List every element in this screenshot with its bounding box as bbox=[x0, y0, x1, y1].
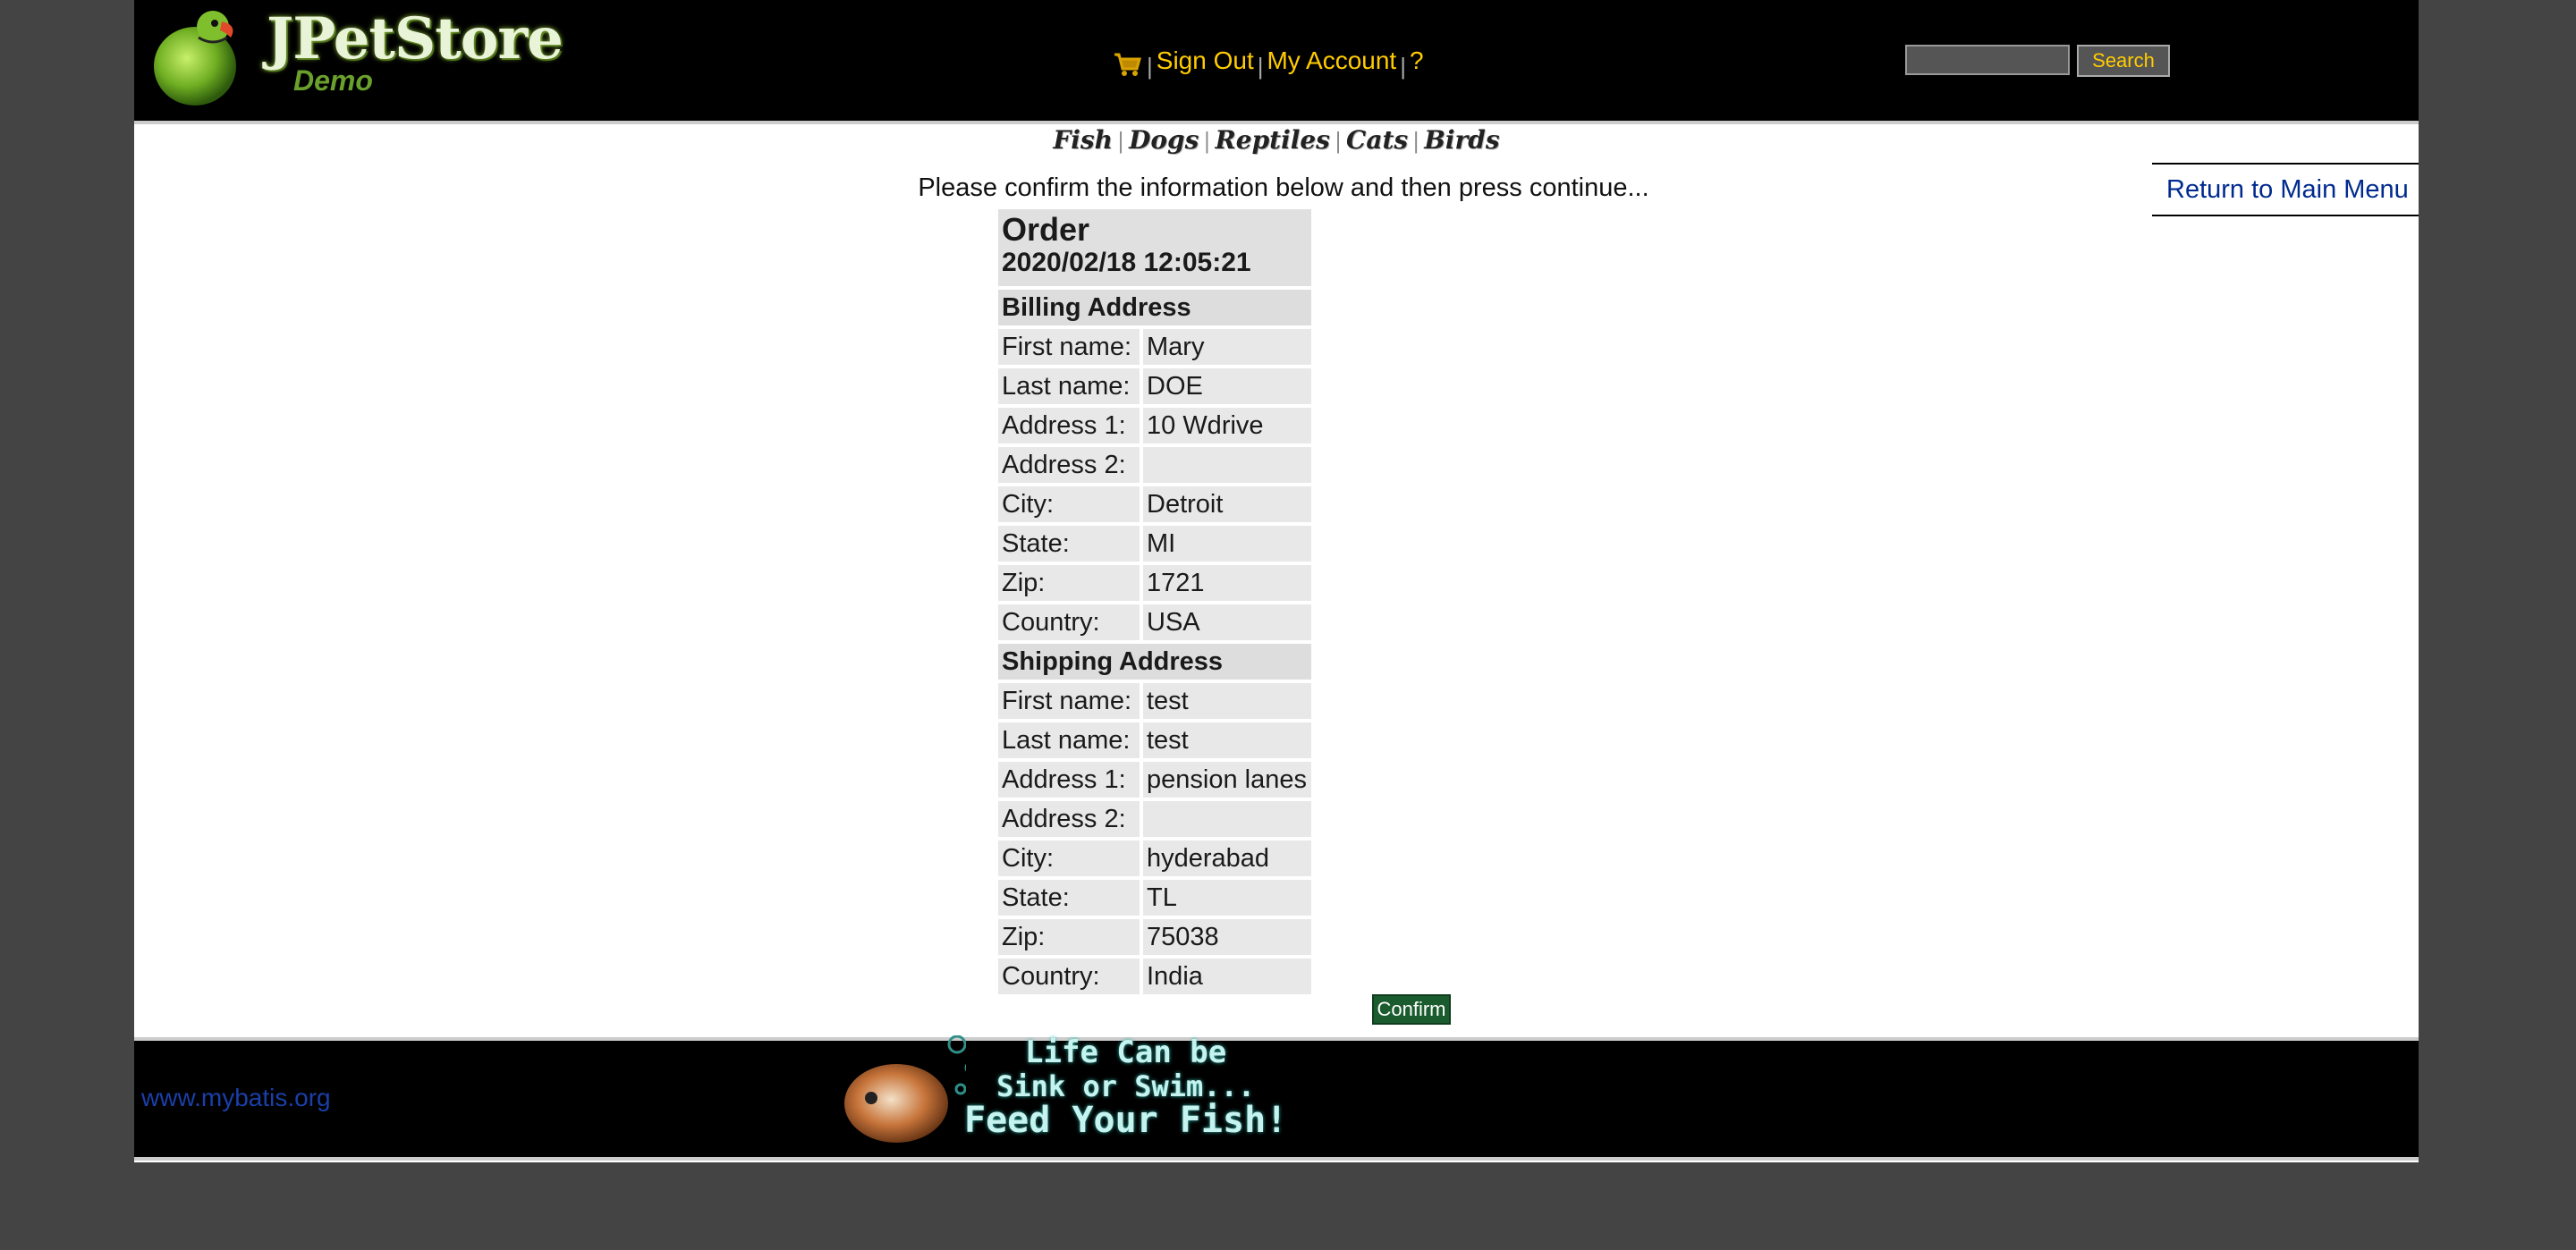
table-row: State: TL bbox=[998, 880, 1311, 916]
menu-separator: | bbox=[1400, 52, 1406, 80]
order-title: Order bbox=[1002, 211, 1090, 248]
menu-separator: | bbox=[1147, 52, 1153, 80]
billing-state-value: MI bbox=[1143, 526, 1311, 562]
order-header-cell: Order 2020/02/18 12:05:21 bbox=[998, 209, 1311, 286]
billing-last-name-label: Last name: bbox=[998, 368, 1140, 404]
billing-address-heading: Billing Address bbox=[998, 290, 1311, 325]
category-link-reptiles[interactable]: Reptiles bbox=[1215, 125, 1329, 155]
shipping-last-name-label: Last name: bbox=[998, 722, 1140, 758]
search-button[interactable]: Search bbox=[2077, 45, 2170, 77]
billing-first-name-label: First name: bbox=[998, 329, 1140, 365]
billing-address2-label: Address 2: bbox=[998, 447, 1140, 483]
billing-country-value: USA bbox=[1143, 604, 1311, 640]
category-link-fish[interactable]: Fish bbox=[1053, 125, 1113, 155]
logo-title: JPetStore bbox=[267, 5, 564, 72]
my-account-link[interactable]: My Account bbox=[1267, 46, 1396, 75]
table-row: City: Detroit bbox=[998, 486, 1311, 522]
category-separator: | bbox=[1334, 129, 1343, 154]
shipping-first-name-value: test bbox=[1143, 683, 1311, 719]
banner-line-3: Feed Your Fish! bbox=[964, 1100, 1288, 1141]
banner-text: Life Can be Sink or Swim... Feed Your Fi… bbox=[964, 1035, 1288, 1141]
table-row: First name: Mary bbox=[998, 329, 1311, 365]
shipping-city-label: City: bbox=[998, 840, 1140, 876]
shipping-address-heading: Shipping Address bbox=[998, 644, 1311, 680]
store-logo[interactable]: JPetStore Demo bbox=[148, 2, 564, 107]
table-row: State: MI bbox=[998, 526, 1311, 562]
billing-state-label: State: bbox=[998, 526, 1140, 562]
confirm-instructions: Please confirm the information below and… bbox=[918, 173, 1649, 202]
parrot-logo-icon bbox=[154, 11, 236, 106]
category-separator: | bbox=[1412, 129, 1420, 154]
banner-line-2: Sink or Swim... bbox=[996, 1069, 1256, 1103]
page-content: JPetStore Demo | Sign Out | My Account |… bbox=[134, 0, 2419, 1162]
order-confirmation-table: Order 2020/02/18 12:05:21 Billing Addres… bbox=[995, 206, 1315, 998]
table-row: Address 1: pension lanes bbox=[998, 762, 1311, 798]
search-input[interactable] bbox=[1905, 45, 2070, 75]
shipping-address1-value: pension lanes bbox=[1143, 762, 1311, 798]
billing-last-name-value: DOE bbox=[1143, 368, 1311, 404]
logo-subtitle: Demo bbox=[293, 64, 373, 97]
category-quick-links: Fish | Dogs | Reptiles | Cats | Birds bbox=[134, 125, 2419, 161]
shipping-section-row: Shipping Address bbox=[998, 644, 1311, 680]
category-link-cats[interactable]: Cats bbox=[1346, 125, 1408, 155]
shipping-first-name-label: First name: bbox=[998, 683, 1140, 719]
header-bar: JPetStore Demo | Sign Out | My Account |… bbox=[134, 0, 2419, 124]
shipping-state-label: State: bbox=[998, 880, 1140, 916]
shipping-address1-label: Address 1: bbox=[998, 762, 1140, 798]
billing-city-label: City: bbox=[998, 486, 1140, 522]
table-row: Zip: 75038 bbox=[998, 919, 1311, 955]
table-row: First name: test bbox=[998, 683, 1311, 719]
sign-out-link[interactable]: Sign Out bbox=[1157, 46, 1254, 75]
shopping-cart-icon[interactable] bbox=[1113, 51, 1141, 78]
order-header-row: Order 2020/02/18 12:05:21 bbox=[998, 209, 1311, 286]
feed-your-fish-banner[interactable]: Life Can be Sink or Swim... Feed Your Fi… bbox=[841, 1035, 1306, 1152]
mybatis-link[interactable]: www.mybatis.org bbox=[141, 1084, 331, 1112]
fish-banner-icon bbox=[844, 1035, 966, 1143]
table-row: Last name: DOE bbox=[998, 368, 1311, 404]
shipping-address2-label: Address 2: bbox=[998, 801, 1140, 837]
table-row: Last name: test bbox=[998, 722, 1311, 758]
table-row: Address 2: bbox=[998, 801, 1311, 837]
shipping-zip-label: Zip: bbox=[998, 919, 1140, 955]
table-row: Address 2: bbox=[998, 447, 1311, 483]
billing-address1-label: Address 1: bbox=[998, 408, 1140, 443]
table-row: Country: India bbox=[998, 959, 1311, 994]
category-link-dogs[interactable]: Dogs bbox=[1129, 125, 1199, 155]
table-row: Zip: 1721 bbox=[998, 565, 1311, 601]
confirm-button[interactable]: Confirm bbox=[1372, 994, 1451, 1025]
shipping-city-value: hyderabad bbox=[1143, 840, 1311, 876]
shipping-zip-value: 75038 bbox=[1143, 919, 1311, 955]
shipping-last-name-value: test bbox=[1143, 722, 1311, 758]
table-row: City: hyderabad bbox=[998, 840, 1311, 876]
menu-separator: | bbox=[1257, 52, 1264, 80]
table-row: Address 1: 10 Wdrive bbox=[998, 408, 1311, 443]
footer-bar: www.mybatis.org Life Can be Sink or Swim… bbox=[134, 1035, 2419, 1161]
billing-address2-value bbox=[1143, 447, 1311, 483]
billing-zip-value: 1721 bbox=[1143, 565, 1311, 601]
category-link-birds[interactable]: Birds bbox=[1424, 125, 1499, 155]
billing-address1-value: 10 Wdrive bbox=[1143, 408, 1311, 443]
shipping-state-value: TL bbox=[1143, 880, 1311, 916]
help-link[interactable]: ? bbox=[1410, 46, 1424, 75]
billing-country-label: Country: bbox=[998, 604, 1140, 640]
category-separator: | bbox=[1203, 129, 1211, 154]
table-row: Country: USA bbox=[998, 604, 1311, 640]
order-datetime: 2020/02/18 12:05:21 bbox=[1002, 248, 1251, 277]
banner-line-1: Life Can be bbox=[1025, 1035, 1227, 1070]
category-separator: | bbox=[1116, 129, 1125, 154]
billing-section-row: Billing Address bbox=[998, 290, 1311, 325]
billing-zip-label: Zip: bbox=[998, 565, 1140, 601]
shipping-address2-value bbox=[1143, 801, 1311, 837]
shipping-country-value: India bbox=[1143, 959, 1311, 994]
header-menu: | Sign Out | My Account | ? bbox=[1113, 43, 1424, 80]
billing-first-name-value: Mary bbox=[1143, 329, 1311, 365]
shipping-country-label: Country: bbox=[998, 959, 1140, 994]
billing-city-value: Detroit bbox=[1143, 486, 1311, 522]
